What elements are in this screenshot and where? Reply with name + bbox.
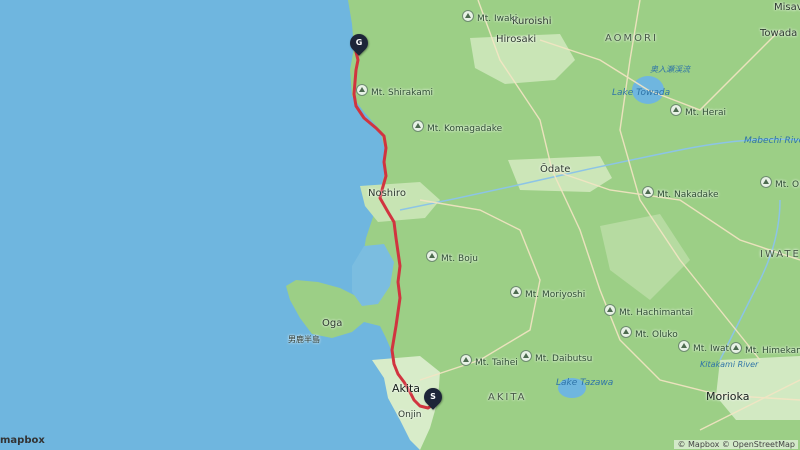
city-label-towada[interactable]: Towada <box>760 28 797 39</box>
mountain-icon <box>760 176 772 188</box>
water-label-tazawa: Lake Tazawa <box>556 378 614 388</box>
city-label-kuroishi[interactable]: Kuroishi <box>512 16 552 27</box>
water-label-kitakami: Kitakami River <box>700 360 759 369</box>
mountain-label-hachimantai[interactable]: Mt. Hachimantai <box>604 304 693 318</box>
mountain-label-herai[interactable]: Mt. Herai <box>670 104 726 118</box>
mountain-icon <box>670 104 682 116</box>
mountain-icon <box>520 350 532 362</box>
mountain-label-shirakami[interactable]: Mt. Shirakami <box>356 84 433 98</box>
mountain-label-moriyoshi[interactable]: Mt. Moriyoshi <box>510 286 585 300</box>
mountain-label-iwate[interactable]: Mt. Iwate <box>678 340 735 354</box>
city-label-noshiro[interactable]: Noshiro <box>368 188 406 199</box>
mountain-icon <box>620 326 632 338</box>
city-label-akita-south: Onjin <box>398 410 422 420</box>
city-label-akita[interactable]: Akita <box>392 382 420 395</box>
city-label-oga[interactable]: Oga <box>322 318 342 329</box>
city-label-hirosaki[interactable]: Hirosaki <box>496 34 536 45</box>
city-label-morioka[interactable]: Morioka <box>706 390 749 403</box>
mountain-icon <box>426 250 438 262</box>
mapbox-logo[interactable]: mapbox <box>0 435 45 446</box>
goal-marker[interactable]: G <box>346 30 372 56</box>
mountain-icon <box>460 354 472 366</box>
mountain-label-komagadake[interactable]: Mt. Komagadake <box>412 120 502 134</box>
map-view[interactable]: AOMORI IWATE AKITA Misav Kuroishi Hirosa… <box>0 0 800 450</box>
mountain-label-daibutsu[interactable]: Mt. Daibutsu <box>520 350 592 364</box>
mountain-icon <box>730 342 742 354</box>
mountain-icon <box>642 186 654 198</box>
mountain-label-nakadake[interactable]: Mt. Nakadake <box>642 186 719 200</box>
attribution[interactable]: © Mapbox © OpenStreetMap <box>674 440 798 449</box>
city-label-odate[interactable]: Ōdate <box>540 164 570 175</box>
region-label-aomori: AOMORI <box>605 33 658 44</box>
mountain-icon <box>462 10 474 22</box>
water-label-towada-kanji: 奥入瀬渓流 <box>650 65 690 74</box>
region-label-akita: AKITA <box>488 392 527 403</box>
city-label-misawa[interactable]: Misav <box>774 2 800 13</box>
mountain-label-boju[interactable]: Mt. Boju <box>426 250 478 264</box>
water-label-towada: Lake Towada <box>612 88 671 98</box>
mountain-label-himekami[interactable]: Mt. Himekami <box>730 342 800 356</box>
mountain-label-taihei[interactable]: Mt. Taihei <box>460 354 518 368</box>
water-label-mabechi: Mabechi River <box>744 136 800 146</box>
start-marker[interactable]: S <box>420 384 446 410</box>
mountain-icon <box>412 120 424 132</box>
mountain-icon <box>678 340 690 352</box>
mountain-label-iwaki[interactable]: Mt. Iwaki <box>462 10 517 24</box>
mountain-label-oluko[interactable]: Mt. Oluko <box>620 326 678 340</box>
mountain-icon <box>604 304 616 316</box>
mountain-label-orifu[interactable]: Mt. Orifu <box>760 176 800 190</box>
mountain-icon <box>356 84 368 96</box>
mountain-icon <box>510 286 522 298</box>
region-label-iwate: IWATE <box>760 249 800 260</box>
city-label-oga-kanji: 男鹿半島 <box>288 335 320 344</box>
